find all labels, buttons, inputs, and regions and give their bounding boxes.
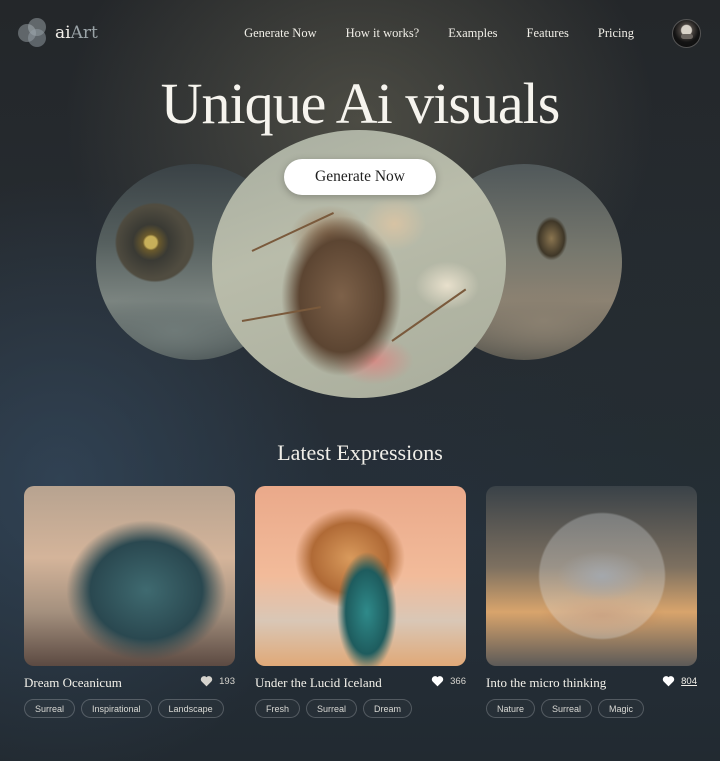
tag-chip[interactable]: Surreal bbox=[306, 699, 358, 718]
card-meta: Under the Lucid Iceland 366 bbox=[255, 675, 466, 695]
logo-prefix: ai bbox=[55, 23, 71, 43]
heart-icon[interactable] bbox=[200, 675, 213, 687]
tag-chip[interactable]: Fresh bbox=[255, 699, 301, 718]
heart-icon[interactable] bbox=[431, 675, 444, 687]
likes-count[interactable]: 804 bbox=[681, 676, 697, 687]
tag-chip[interactable]: Surreal bbox=[24, 699, 76, 718]
artwork-image[interactable] bbox=[486, 486, 697, 666]
tag-chip[interactable]: Magic bbox=[598, 699, 645, 718]
card-title[interactable]: Into the micro thinking bbox=[486, 675, 606, 691]
card-title[interactable]: Dream Oceanicum bbox=[24, 675, 122, 691]
heart-icon[interactable] bbox=[662, 675, 675, 687]
logo[interactable]: aiArt bbox=[18, 18, 98, 48]
generate-now-button[interactable]: Generate Now bbox=[284, 159, 436, 195]
tag-list: Nature Surreal Magic bbox=[486, 699, 697, 718]
tag-chip[interactable]: Nature bbox=[486, 699, 536, 718]
artwork-card[interactable]: Into the micro thinking 804 Nature Surre… bbox=[486, 486, 697, 718]
nav-link-generate-now[interactable]: Generate Now bbox=[244, 26, 317, 41]
nav-link-how-it-works[interactable]: How it works? bbox=[346, 26, 420, 41]
tag-chip[interactable]: Landscape bbox=[157, 699, 224, 718]
card-meta: Into the micro thinking 804 bbox=[486, 675, 697, 695]
like-control[interactable]: 804 bbox=[662, 675, 697, 687]
tag-chip[interactable]: Dream bbox=[363, 699, 413, 718]
artwork-card[interactable]: Dream Oceanicum 193 Surreal Inspirationa… bbox=[24, 486, 235, 718]
nav-link-features[interactable]: Features bbox=[527, 26, 569, 41]
section-title: Latest Expressions bbox=[277, 440, 443, 465]
likes-count: 193 bbox=[219, 675, 235, 687]
logo-suffix: Art bbox=[70, 23, 98, 43]
logo-overlapping-circles-icon bbox=[18, 18, 48, 48]
card-meta: Dream Oceanicum 193 bbox=[24, 675, 235, 695]
artwork-image[interactable] bbox=[255, 486, 466, 666]
like-control[interactable]: 193 bbox=[200, 675, 235, 687]
tag-list: Surreal Inspirational Landscape bbox=[24, 699, 235, 718]
tag-list: Fresh Surreal Dream bbox=[255, 699, 466, 718]
tag-chip[interactable]: Inspirational bbox=[81, 699, 152, 718]
artwork-image[interactable] bbox=[24, 486, 235, 666]
tag-chip[interactable]: Surreal bbox=[541, 699, 593, 718]
user-avatar[interactable] bbox=[672, 19, 701, 48]
artwork-card[interactable]: Under the Lucid Iceland 366 Fresh Surrea… bbox=[255, 486, 466, 718]
top-navigation: aiArt Generate Now How it works? Example… bbox=[0, 0, 720, 68]
nav-link-examples[interactable]: Examples bbox=[448, 26, 497, 41]
likes-count: 366 bbox=[450, 675, 466, 687]
like-control[interactable]: 366 bbox=[431, 675, 466, 687]
hero-title: Unique Ai visuals bbox=[160, 71, 561, 136]
nav-link-pricing[interactable]: Pricing bbox=[598, 26, 634, 41]
logo-wordmark: aiArt bbox=[55, 23, 98, 43]
card-title[interactable]: Under the Lucid Iceland bbox=[255, 675, 382, 691]
nav-links: Generate Now How it works? Examples Feat… bbox=[244, 26, 634, 41]
